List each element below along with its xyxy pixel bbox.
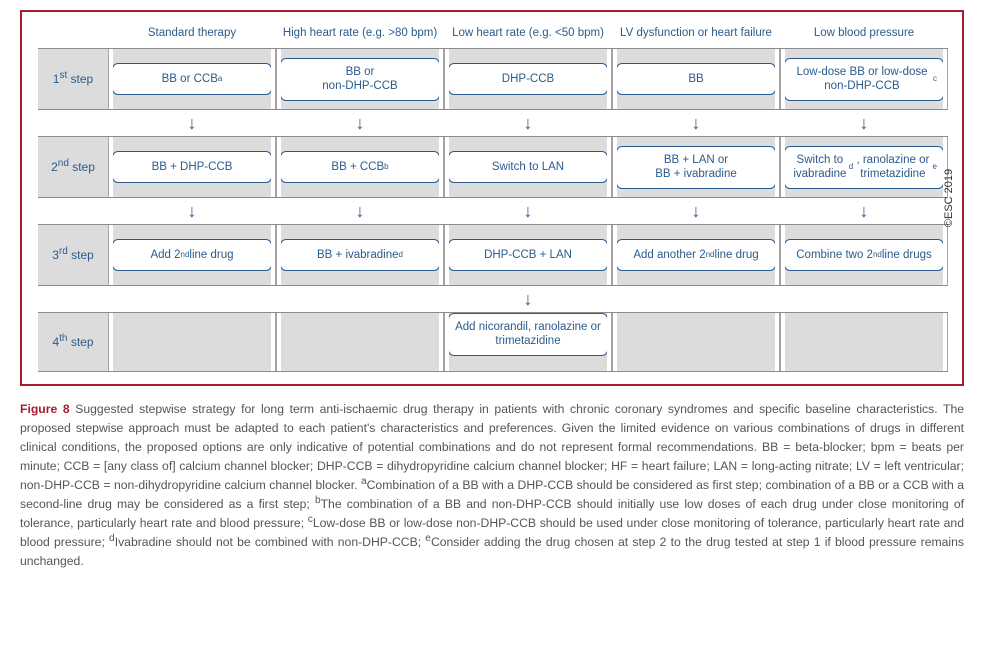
cell-s1-c5: Low-dose BB or low-dose non-DHP-CCBc (784, 58, 944, 101)
down-arrow-icon: ↓ (108, 201, 276, 221)
down-arrow-icon: ↓ (780, 201, 948, 221)
row-label-step-4: 4th step (38, 312, 108, 372)
col-header-low-bp: Low blood pressure (780, 20, 948, 48)
figure-number: Figure 8 (20, 402, 70, 416)
copyright-label: ©ESC 2019 (943, 169, 955, 227)
figure-wrapper: Standard therapy High heart rate (e.g. >… (20, 10, 964, 386)
down-arrow-icon: ↓ (780, 113, 948, 133)
cell-s2-c1: BB + DHP-CCB (112, 151, 272, 183)
row-step-3: 3rd step Add 2nd line drug BB + ivabradi… (38, 224, 948, 286)
col-header-high-hr: High heart rate (e.g. >80 bpm) (276, 20, 444, 48)
cell-s3-c5: Combine two 2nd line drugs (784, 239, 944, 271)
cell-s2-c5: Switch to ivabradined, ranolazine or tri… (784, 146, 944, 189)
row-step-2: 2nd step BB + DHP-CCB BB + CCBb Switch t… (38, 136, 948, 198)
down-arrow-icon: ↓ (612, 201, 780, 221)
col-header-standard: Standard therapy (108, 20, 276, 48)
down-arrow-icon: ↓ (444, 113, 612, 133)
col-header-lv-dys: LV dysfunction or heart failure (612, 20, 780, 48)
cell-s1-c1: BB or CCBa (112, 63, 272, 95)
cell-s3-c2: BB + ivabradined (280, 239, 440, 271)
row-step-4: 4th step Add nicorandil, ranolazine or t… (38, 312, 948, 372)
cell-s2-c2: BB + CCBb (280, 151, 440, 183)
figure-caption: Figure 8 Suggested stepwise strategy for… (20, 400, 964, 570)
row-step-1: 1st step BB or CCBa BB ornon-DHP-CCB DHP… (38, 48, 948, 110)
cell-s2-c3: Switch to LAN (448, 151, 608, 183)
row-label-step-1: 1st step (38, 48, 108, 110)
down-arrow-icon: ↓ (276, 113, 444, 133)
cell-s3-c4: Add another 2nd line drug (616, 239, 776, 271)
cell-s1-c3: DHP-CCB (448, 63, 608, 95)
column-header-row: Standard therapy High heart rate (e.g. >… (38, 20, 948, 48)
cell-s2-c4: BB + LAN orBB + ivabradine (616, 146, 776, 189)
arrows-after-step-1: ↓ ↓ ↓ ↓ ↓ (38, 110, 948, 136)
down-arrow-icon: ↓ (444, 201, 612, 221)
col-header-low-hr: Low heart rate (e.g. <50 bpm) (444, 20, 612, 48)
down-arrow-icon: ↓ (108, 113, 276, 133)
row-label-step-3: 3rd step (38, 224, 108, 286)
row-label-step-2: 2nd step (38, 136, 108, 198)
cell-s1-c4: BB (616, 63, 776, 95)
down-arrow-icon: ↓ (276, 201, 444, 221)
figure-caption-text: Suggested stepwise strategy for long ter… (20, 402, 964, 567)
arrows-after-step-2: ↓ ↓ ↓ ↓ ↓ (38, 198, 948, 224)
figure-frame: Standard therapy High heart rate (e.g. >… (20, 10, 964, 386)
stepwise-table: Standard therapy High heart rate (e.g. >… (38, 20, 948, 376)
cell-s3-c3: DHP-CCB + LAN (448, 239, 608, 271)
cell-s3-c1: Add 2nd line drug (112, 239, 272, 271)
down-arrow-icon: ↓ (612, 113, 780, 133)
cell-s1-c2: BB ornon-DHP-CCB (280, 58, 440, 101)
down-arrow-icon: ↓ (444, 289, 612, 309)
cell-s4-c3: Add nicorandil, ranolazine or trimetazid… (448, 313, 608, 356)
arrows-after-step-3: ↓ (38, 286, 948, 312)
